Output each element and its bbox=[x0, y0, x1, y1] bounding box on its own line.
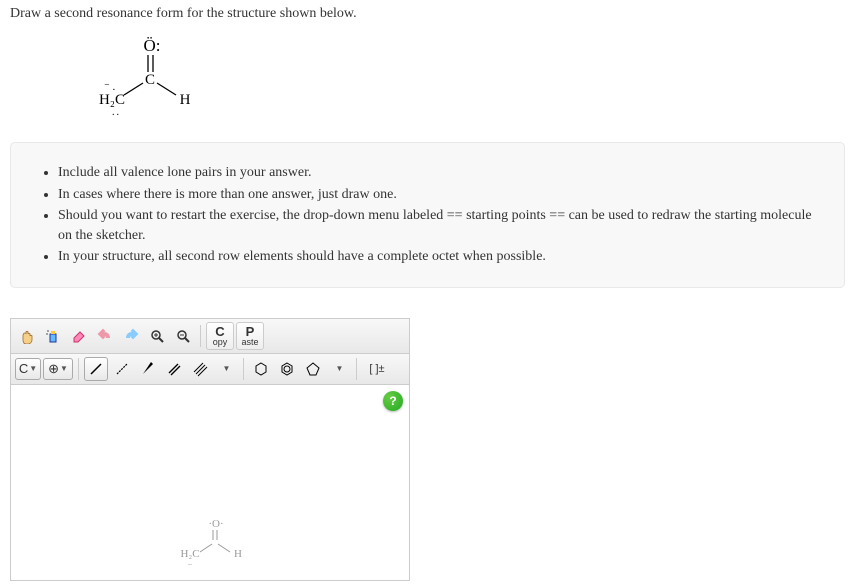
redo-icon[interactable] bbox=[119, 324, 143, 348]
svg-text:Ö:: Ö: bbox=[144, 37, 161, 55]
hexagon-icon[interactable] bbox=[249, 357, 273, 381]
dashed-bond-icon[interactable] bbox=[110, 357, 134, 381]
grab-tool-icon[interactable] bbox=[15, 324, 39, 348]
copy-button[interactable]: Copy bbox=[206, 322, 234, 350]
copy-label-small: opy bbox=[213, 338, 228, 347]
svg-text:H: H bbox=[180, 92, 191, 108]
single-bond-icon[interactable] bbox=[84, 357, 108, 381]
svg-text:H: H bbox=[234, 548, 242, 560]
question-prompt: Draw a second resonance form for the str… bbox=[10, 6, 845, 22]
triple-bond-icon[interactable] bbox=[188, 357, 212, 381]
ring-menu-icon[interactable]: ▼ bbox=[327, 357, 351, 381]
toolbar-separator bbox=[78, 358, 79, 380]
svg-text:H₂C: H₂C bbox=[99, 92, 125, 108]
eraser-tool-icon[interactable] bbox=[67, 324, 91, 348]
instruction-item: In cases where there is more than one an… bbox=[58, 185, 822, 205]
svg-text:..: .. bbox=[188, 558, 192, 567]
chevron-down-icon: ▼ bbox=[60, 364, 68, 373]
svg-text:⁻ .: ⁻ . bbox=[104, 81, 116, 93]
svg-text:..: .. bbox=[112, 107, 121, 118]
paste-button[interactable]: Paste bbox=[236, 322, 264, 350]
canvas-molecule[interactable]: ·O· H₂C .. H bbox=[176, 517, 256, 570]
undo-icon[interactable] bbox=[93, 324, 117, 348]
svg-text:C: C bbox=[145, 72, 155, 88]
toolbar-separator bbox=[243, 358, 244, 380]
paste-label-small: aste bbox=[241, 338, 258, 347]
zoom-out-icon[interactable] bbox=[171, 324, 195, 348]
double-bond-icon[interactable] bbox=[162, 357, 186, 381]
bond-menu-icon[interactable]: ▼ bbox=[214, 357, 238, 381]
help-button[interactable]: ? bbox=[383, 391, 403, 411]
toolbar-separator bbox=[356, 358, 357, 380]
instruction-item: In your structure, all second row elemen… bbox=[58, 247, 822, 267]
molecule-sketcher: Copy Paste C▼ ⊕▼ ▼ ▼ [ ]± ? ·O· H₂C .. bbox=[10, 318, 410, 581]
given-structure: Ö: C H₂C ⁻ . .. H bbox=[90, 37, 845, 122]
carbon-label: C bbox=[19, 361, 28, 376]
pentagon-icon[interactable] bbox=[301, 357, 325, 381]
charge-tool[interactable]: [ ]± bbox=[362, 357, 392, 381]
benzene-icon[interactable] bbox=[275, 357, 299, 381]
drawing-canvas[interactable]: ? ·O· H₂C .. H bbox=[11, 385, 409, 580]
chevron-down-icon: ▼ bbox=[29, 364, 37, 373]
instruction-item: Should you want to restart the exercise,… bbox=[58, 206, 822, 245]
wedge-bond-icon[interactable] bbox=[136, 357, 160, 381]
svg-text:·O·: ·O· bbox=[208, 518, 223, 530]
instruction-item: Include all valence lone pairs in your a… bbox=[58, 163, 822, 183]
toolbar-row-2: C▼ ⊕▼ ▼ ▼ [ ]± bbox=[11, 354, 409, 385]
instructions-panel: Include all valence lone pairs in your a… bbox=[10, 142, 845, 288]
spray-tool-icon[interactable] bbox=[41, 324, 65, 348]
toolbar-separator bbox=[200, 325, 201, 347]
toolbar-row-1: Copy Paste bbox=[11, 319, 409, 354]
zoom-in-icon[interactable] bbox=[145, 324, 169, 348]
element-picker[interactable]: C▼ bbox=[15, 358, 41, 380]
generic-picker[interactable]: ⊕▼ bbox=[43, 358, 73, 380]
